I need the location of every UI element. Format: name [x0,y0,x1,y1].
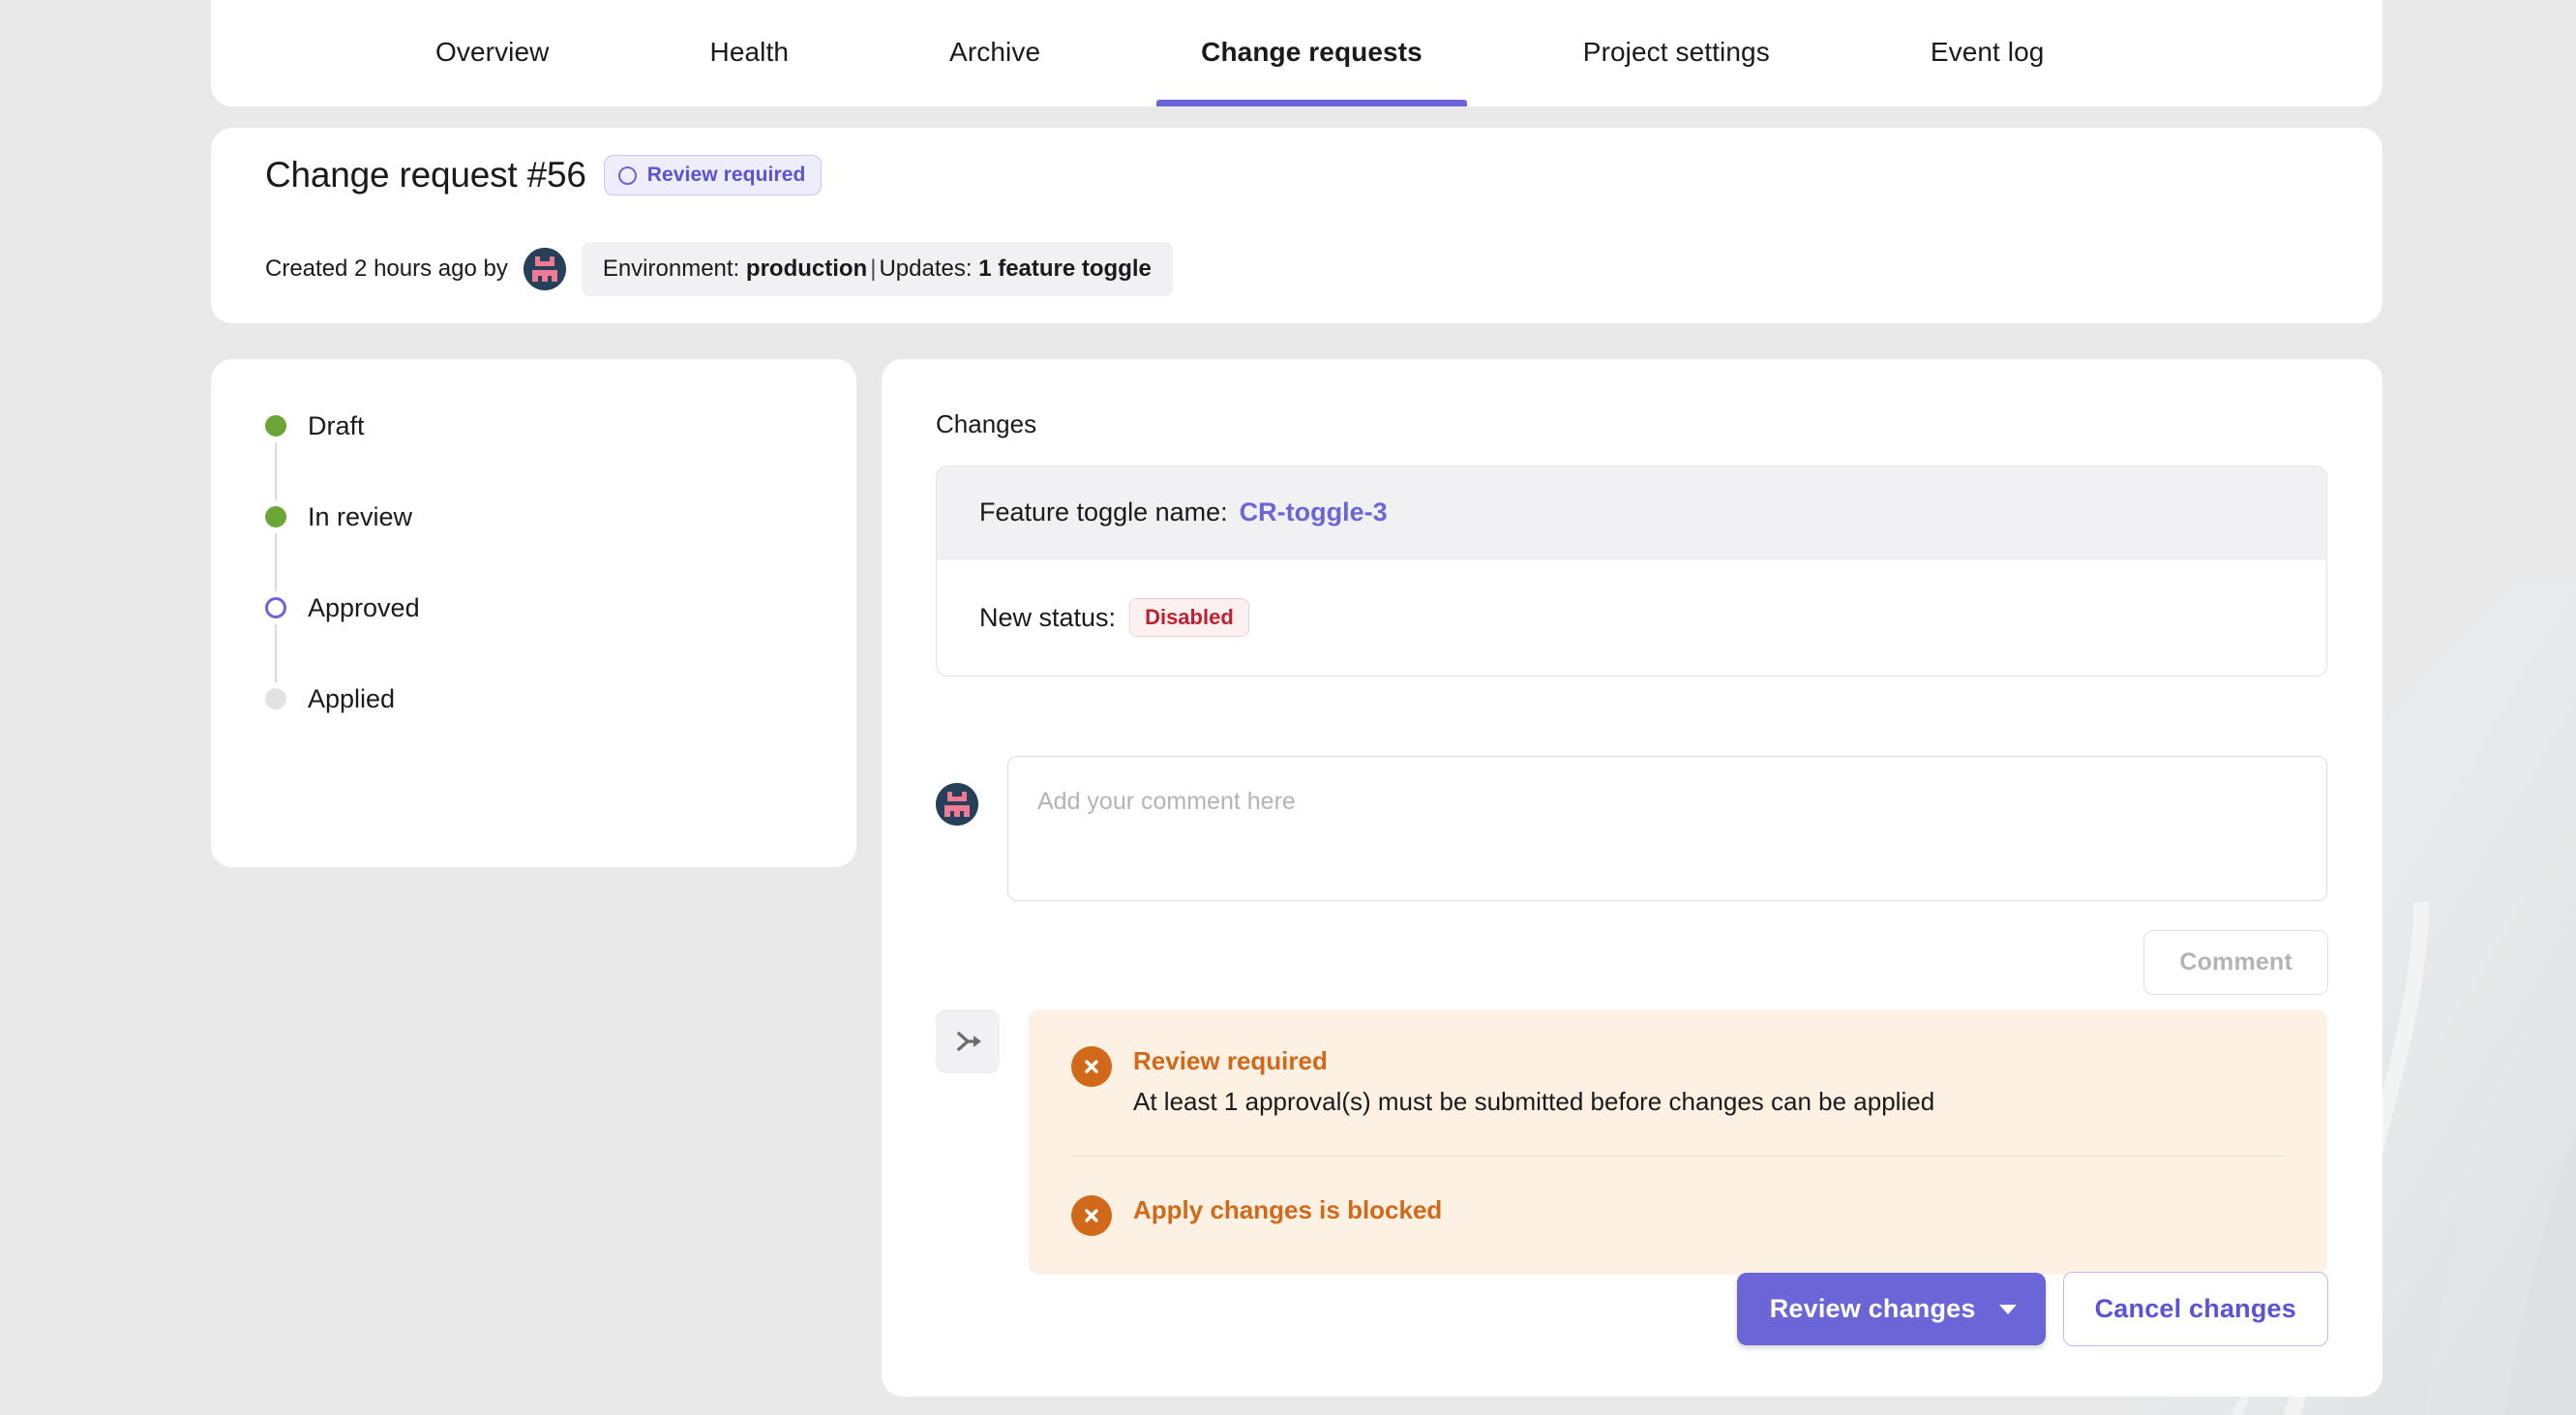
error-x-icon [1071,1195,1112,1237]
new-status-label: New status: [979,602,1117,632]
environment-updates-pill: Environment: production | Updates: 1 featu… [581,242,1173,296]
tab-label: Archive [949,37,1041,67]
change-request-details-card: Changes Feature toggle name: CR-toggle-3… [882,359,2382,1397]
warning-panel: Review required At least 1 approval(s) m… [1029,1009,2327,1276]
chevron-down-icon[interactable] [1998,1304,2017,1314]
timeline-step-label: Draft [308,410,365,440]
timeline-connector [275,624,277,682]
comment-input[interactable] [1007,756,2327,901]
timeline-step-applied: Applied [261,682,420,715]
change-request-header-card: Change request #56 Review required Creat… [211,128,2382,323]
circle-outline-icon [617,166,637,185]
warning-title: Review required [1133,1046,1328,1075]
feature-toggle-link[interactable]: CR-toggle-3 [1240,497,1388,527]
tab-event-log[interactable]: Event log [1886,0,2089,106]
timeline-step-label: Applied [308,683,396,713]
tab-label: Event log [1930,37,2045,67]
feature-toggle-label: Feature toggle name: [979,497,1228,527]
change-request-title-row: Change request #56 Review required [265,155,823,196]
tab-label: Change requests [1201,37,1423,67]
timeline-step-label: Approved [308,592,420,622]
blocked-warning-row: Review required At least 1 approval(s) m… [936,1009,2327,1276]
changes-table: Feature toggle name: CR-toggle-3 New sta… [936,466,2327,677]
tab-label: Overview [435,37,550,67]
app-root: Overview Health Archive Change requests … [0,0,2576,1415]
change-request-meta-row: Created 2 hours ago by Environment: prod… [265,242,1173,296]
warning-title: Apply changes is blocked [1133,1195,1443,1225]
timeline-step-label: In review [308,501,413,531]
action-button-row: Review changes Cancel changes [1736,1272,2328,1346]
status-timeline: Draft In review Approved Applied [261,409,420,715]
avatar[interactable] [523,248,566,290]
warning-item-apply-blocked: Apply changes is blocked [1071,1193,2285,1237]
comment-button[interactable]: Comment [2143,930,2328,995]
timeline-step-approved: Approved [261,591,420,624]
merge-arrow-icon [956,1031,981,1052]
tab-health[interactable]: Health [666,0,834,106]
changes-section-title: Changes [936,409,1037,438]
status-ring-icon [265,597,286,618]
tab-label: Health [709,37,790,67]
status-dot-icon [265,415,286,437]
status-dot-icon [265,688,286,709]
created-by-text: Created 2 hours ago by [265,256,508,282]
environment-label: Environment: [602,256,740,282]
tab-bar-card: Overview Health Archive Change requests … [211,0,2382,106]
status-dot-icon [265,506,286,527]
avatar[interactable] [936,783,978,826]
tab-bar: Overview Health Archive Change requests … [211,0,2382,106]
updates-label: Updates: [879,256,973,282]
warning-text-block: Apply changes is blocked [1133,1193,1442,1227]
change-request-timeline-card: Draft In review Approved Applied [211,359,856,867]
review-changes-button[interactable]: Review changes [1736,1273,2046,1345]
tab-project-settings[interactable]: Project settings [1539,0,1814,106]
timeline-connector [275,442,277,500]
tab-archive[interactable]: Archive [905,0,1085,106]
warning-text-block: Review required At least 1 approval(s) m… [1133,1044,1934,1119]
status-badge-label: Review required [646,164,806,186]
warning-description: At least 1 approval(s) must be submitted… [1133,1087,1935,1117]
feature-toggle-row: Feature toggle name: CR-toggle-3 [937,467,2326,559]
timeline-step-draft: Draft [261,409,420,442]
cancel-changes-button[interactable]: Cancel changes [2062,1272,2328,1346]
comment-composer [936,756,2327,901]
merge-icon-button [936,1009,1000,1073]
meta-separator: | [870,256,877,282]
error-x-icon [1071,1046,1112,1087]
warning-item-review-required: Review required At least 1 approval(s) m… [1071,1044,2285,1119]
timeline-connector [275,533,277,591]
new-status-row: New status: Disabled [937,559,2326,676]
warning-divider [1071,1156,2285,1158]
tab-change-requests[interactable]: Change requests [1156,0,1467,106]
updates-value: 1 feature toggle [978,256,1152,282]
tab-overview[interactable]: Overview [391,0,594,106]
new-status-badge: Disabled [1129,598,1249,637]
timeline-step-in-review: In review [261,500,420,533]
comment-button-row: Comment [2143,930,2328,995]
tab-label: Project settings [1582,37,1770,67]
status-badge: Review required [603,155,823,196]
page-title: Change request #56 [265,155,586,195]
review-changes-label: Review changes [1769,1294,1976,1323]
environment-value: production [745,256,868,282]
